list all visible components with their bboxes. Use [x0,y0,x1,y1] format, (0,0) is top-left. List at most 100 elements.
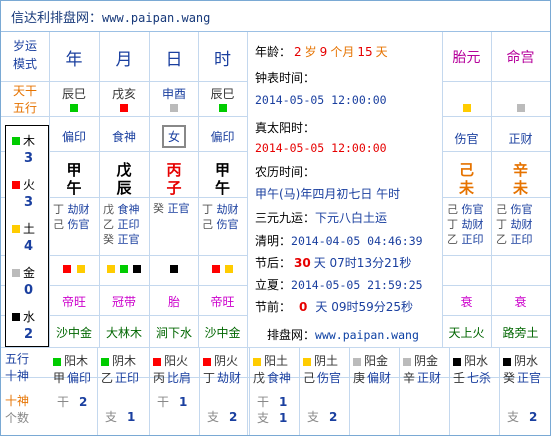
bottom-label-count: 十神 个数 [5,393,49,427]
canggan-row: 癸 正官 [103,232,149,247]
info-after: 节后： 30 天 07时13分21秒 [255,254,441,271]
gray-square [12,268,20,277]
bottom-cell: 阴土己伤官 [303,353,349,387]
red-square [203,357,211,366]
right-state-minggong: 衰 [514,295,527,309]
bottom-cell-row2: 乙正印 [101,370,147,387]
grid-hline [1,81,247,82]
bottom-attr: 阴土 [314,354,339,368]
element-木: 木3 [12,130,48,166]
right-color-taiyuan [442,103,491,112]
bottom-shishen: 比肩 [167,371,192,385]
right-shishen-minggong: 正财 [508,132,533,146]
title-url[interactable]: www.paipan.wang [102,11,210,25]
green-square [70,103,78,112]
before-part: 节前： [255,300,292,314]
grid-hline [442,116,550,117]
tg-line-2: 五行 [12,101,37,115]
bottom-count: 支2 [507,409,550,425]
bottom-count: 干2 [57,394,101,410]
canggan-gan: 戊 [103,203,118,216]
bottom-gan: 癸 [503,371,516,385]
count-kind: 支 [307,410,320,424]
pillar-shishen[interactable]: 女 [149,125,199,148]
element-土: 土4 [12,218,48,254]
pillar-zhi: 午 [214,179,230,197]
count-kind: 干 [157,395,170,409]
grid-hline [442,255,550,256]
lunar-label-part: 农历时间： [255,165,316,179]
yellow-square [12,224,20,233]
pillar-kong-mark [149,103,199,112]
count-row: 支2 [307,409,351,425]
pillar-colors [149,264,199,273]
clock-part: 2014-05-05 12:00:00 [255,93,387,107]
bottom-attr: 阳火 [164,354,189,368]
element-count: 3 [24,151,34,166]
pillar-colors [49,264,99,273]
site-part: www.paipan.wang [315,328,419,342]
pillar-nayin: 涧下水 [155,326,192,340]
count-kind: 支 [105,410,118,424]
bottom-gan: 丁 [203,371,216,385]
gender-box[interactable]: 女 [161,125,186,148]
black-square [503,357,511,366]
bottom-gan: 庚 [353,371,366,385]
bottom-cell-row1: 阴土 [303,353,349,370]
bottom-attr: 阴水 [514,354,539,368]
bottom-cell-row1: 阴火 [203,353,249,370]
sanyuan-part: 下元八白土运 [315,211,388,225]
bottom-cell: 阴金辛正财 [403,353,449,387]
bottom-label-wuxing: 五行 十神 [5,351,49,385]
element-count: 3 [24,195,34,210]
element-count: 0 [24,283,34,298]
canggan-row: 丁 劫财 [202,202,247,217]
bottom-shishen: 伤官 [317,371,342,385]
info-lixia: 立夏：2014-05-05 21:59:25 [255,276,441,293]
right-canggan-taiyuan: 己 伤官丁 劫财乙 正印 [447,202,491,247]
bottom-gan: 乙 [101,371,114,385]
bottom-cell: 阳水壬七杀 [453,353,499,387]
grid-vline [399,347,400,435]
green-square [101,357,109,366]
element-count: 4 [24,239,34,254]
canggan-gan: 己 [53,218,68,231]
info-lunar: 甲午(马)年四月初七日 午时 [255,185,441,202]
info-lunar-label: 农历时间： [255,163,441,180]
green-square [120,264,128,273]
bottom-cell-row2: 壬七杀 [453,370,499,387]
bottom-cell: 阴火丁劫财 [203,353,249,387]
black-square [170,264,178,273]
canggan-row: 己 伤官 [447,202,491,217]
canggan-row: 乙 正印 [447,232,491,247]
pillar-state: 冠带 [111,295,136,309]
info-clock-label: 钟表时间： [255,69,441,86]
black-square [133,264,142,273]
pillar-kong-mark [198,103,247,112]
bottom-cell-row2: 丁劫财 [203,370,249,387]
grid-hline [442,315,550,316]
count-val: 2 [79,395,88,409]
grid-hline [442,81,550,82]
canggan-row: 戊 食神 [103,202,149,217]
grid-vline [499,347,500,435]
tg-line-1: 天干 [12,84,37,98]
canggan-shishen: 伤官 [216,218,239,231]
after-part: 节后： [255,256,292,270]
site-title: 信达利排盘网：www.paipan.wang [11,7,210,26]
lunar-part: 甲午(马)年四月初七日 午时 [255,187,401,201]
count-kind: 支 [207,410,220,424]
canggan-gan: 己 [202,218,217,231]
canggan-row: 己 伤官 [496,202,550,217]
grid-hline [442,285,550,286]
bottom-cell-row1: 阴金 [403,353,449,370]
canggan-gan: 乙 [447,233,462,246]
pillar-colors [99,264,149,273]
bottom-gan: 戊 [253,371,266,385]
bottom-gan: 辛 [403,371,416,385]
gray-square [403,357,411,366]
paipan-window: 信达利排盘网：www.paipan.wang 岁运 模式 天干 五行木 3 火 3 土 4 金 0 水… [0,0,551,436]
bottom-cell: 阳金庚偏财 [353,353,399,387]
count-row: 干1 [157,394,201,410]
pillar-zhi: 午 [66,179,82,197]
